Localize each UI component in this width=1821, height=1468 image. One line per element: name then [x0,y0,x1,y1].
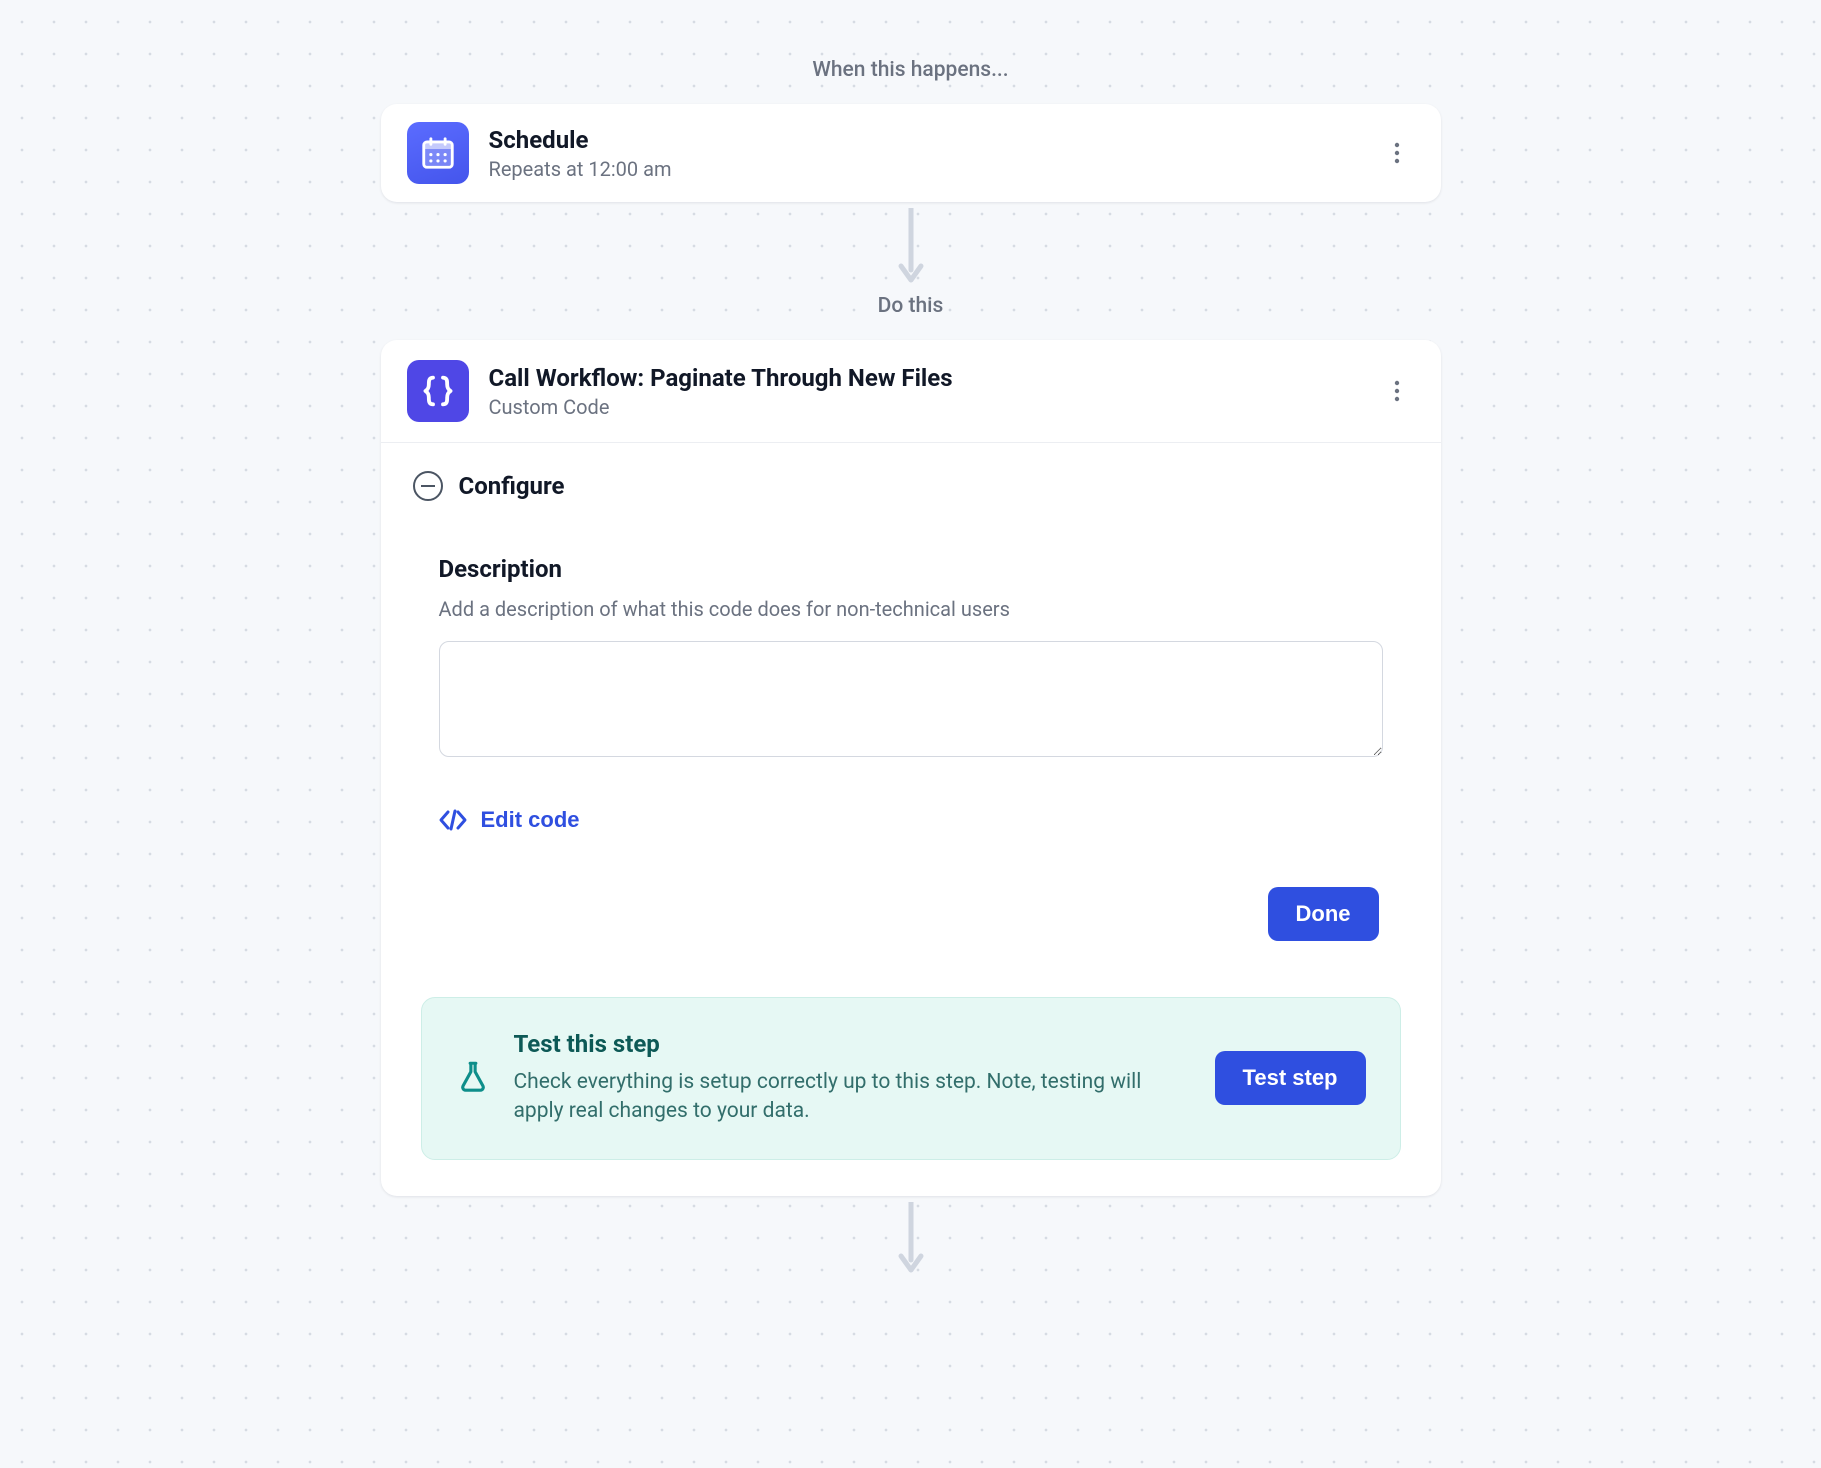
edit-code-label: Edit code [481,807,580,833]
test-title: Test this step [514,1030,1191,1058]
trigger-section-label: When this happens... [812,58,1008,82]
schedule-icon [407,122,469,184]
edit-code-button[interactable]: Edit code [439,807,580,833]
action-title-block: Call Workflow: Paginate Through New File… [489,363,1359,419]
trigger-subtitle: Repeats at 12:00 am [489,157,1359,181]
action-step-header[interactable]: Call Workflow: Paginate Through New File… [381,340,1441,442]
done-button[interactable]: Done [1268,887,1379,941]
configure-body: Configure Description Add a description … [381,442,1441,1196]
test-panel: Test this step Check everything is setup… [421,997,1401,1160]
description-field: Description Add a description of what th… [413,555,1409,941]
minus-icon [421,485,435,488]
workflow-canvas: When this happens... Schedule Repeats at… [381,0,1441,1282]
action-step-card: Call Workflow: Paginate Through New File… [381,340,1441,1196]
test-text: Test this step Check everything is setup… [514,1030,1191,1127]
done-row: Done [439,887,1383,941]
collapse-configure-button[interactable] [413,471,443,501]
trigger-step-card[interactable]: Schedule Repeats at 12:00 am [381,104,1441,202]
code-icon [439,809,467,831]
description-label: Description [439,555,1383,583]
connector-arrow-tail [896,1196,926,1282]
connector-arrow [896,202,926,294]
action-more-button[interactable] [1379,373,1415,409]
action-section-label: Do this [878,294,944,318]
trigger-more-button[interactable] [1379,135,1415,171]
action-subtitle: Custom Code [489,395,1359,419]
action-title: Call Workflow: Paginate Through New File… [489,363,1359,393]
more-vertical-icon [1394,380,1400,402]
trigger-step-header: Schedule Repeats at 12:00 am [381,104,1441,202]
description-help: Add a description of what this code does… [439,597,1383,621]
test-step-button[interactable]: Test step [1215,1051,1366,1105]
more-vertical-icon [1394,142,1400,164]
custom-code-icon [407,360,469,422]
configure-heading: Configure [459,472,565,500]
trigger-title: Schedule [489,125,1359,155]
trigger-title-block: Schedule Repeats at 12:00 am [489,125,1359,181]
description-input[interactable] [439,641,1383,757]
configure-header: Configure [413,471,1409,501]
flask-icon [456,1059,490,1097]
test-description: Check everything is setup correctly up t… [514,1068,1191,1127]
